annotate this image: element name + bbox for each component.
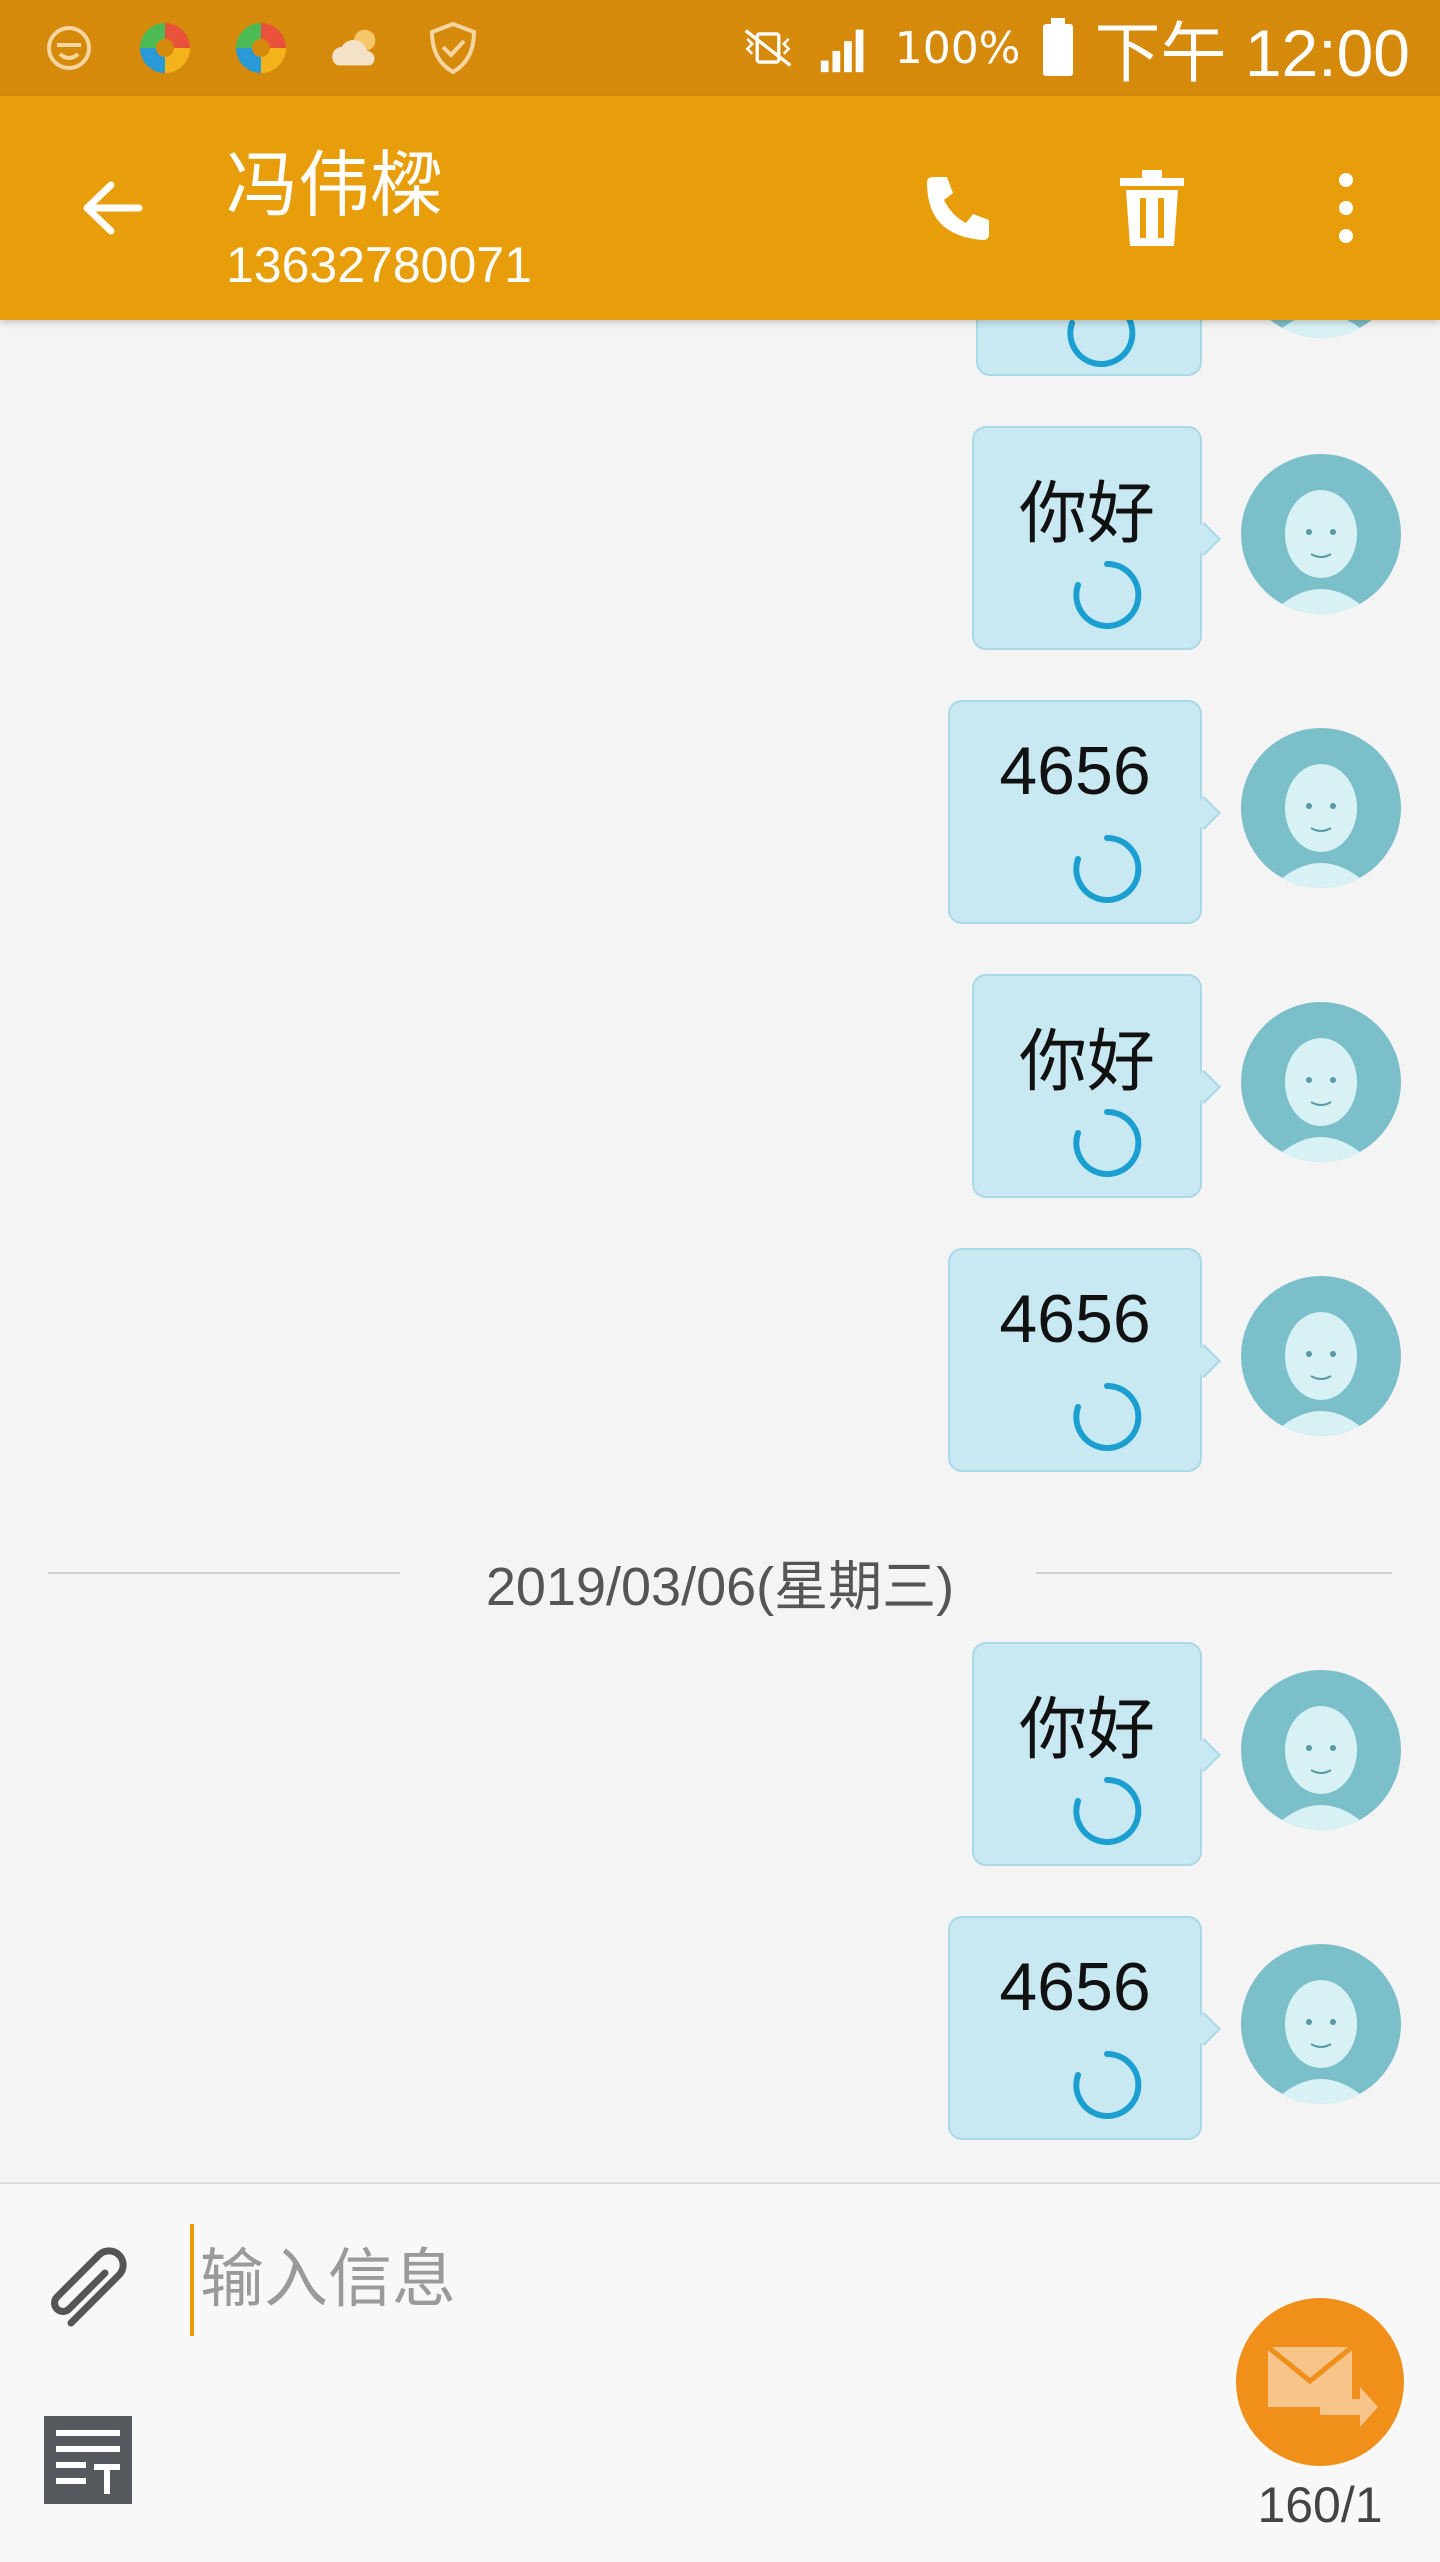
avatar <box>1241 1276 1401 1436</box>
message-bubble[interactable]: 4656 <box>948 1916 1202 2140</box>
sending-spinner-icon <box>1073 560 1142 629</box>
phone-icon <box>927 177 989 240</box>
battery-percent: 100% <box>894 22 1021 74</box>
app-circle-icon <box>232 19 290 77</box>
sending-spinner-icon <box>1073 1382 1142 1451</box>
cloud-weather-icon <box>328 19 386 77</box>
message-text: 4656 <box>999 1949 1151 2025</box>
send-button[interactable] <box>1236 2298 1404 2466</box>
avatar <box>1241 728 1401 888</box>
date-separator: 2019/03/06(星期三) <box>48 1542 1392 1617</box>
message-input[interactable] <box>190 2224 1202 2336</box>
call-button[interactable] <box>908 158 1008 258</box>
message-bubble[interactable]: 4656 <box>948 700 1202 924</box>
message-bubble[interactable]: 你好 <box>972 1642 1202 1866</box>
more-options-button[interactable] <box>1296 158 1396 258</box>
delete-button[interactable] <box>1102 158 1202 258</box>
avatar <box>1241 1944 1401 2104</box>
sending-spinner-icon <box>1073 1108 1142 1177</box>
avatar <box>1241 454 1401 614</box>
avatar <box>1241 1670 1401 1830</box>
text-template-button[interactable] <box>40 2412 136 2508</box>
trash-icon <box>1120 170 1184 246</box>
message-bubble[interactable]: 你好 <box>972 426 1202 650</box>
message-bubble[interactable]: 你好 <box>972 974 1202 1198</box>
send-mail-icon <box>1266 2345 1378 2427</box>
message-text: 4656 <box>999 1281 1151 1357</box>
paperclip-icon <box>51 2247 127 2327</box>
avatar <box>1241 320 1401 338</box>
attach-button[interactable] <box>36 2234 146 2344</box>
char-counter: 160/1 <box>1257 2477 1383 2533</box>
message-text: 你好 <box>1018 476 1155 552</box>
back-button[interactable] <box>62 158 162 258</box>
sending-spinner-icon <box>1073 2050 1142 2119</box>
status-bar: 100% 下午 12:00 <box>0 0 1440 96</box>
contact-name: 冯伟樑 <box>226 143 443 227</box>
contact-number: 13632780071 <box>226 237 532 293</box>
app-circle-icon <box>136 19 194 77</box>
date-label: 2019/03/06(星期三) <box>485 1557 955 1617</box>
message-text: 4656 <box>999 733 1151 809</box>
message-text: 你好 <box>1018 1692 1155 1768</box>
sending-spinner-icon <box>1067 320 1136 367</box>
text-template-icon <box>44 2416 132 2504</box>
more-vert-icon <box>1339 173 1353 243</box>
signal-bars-icon <box>817 19 875 77</box>
message-composer: 160/1 <box>0 2182 1440 2562</box>
status-left-icons <box>40 18 482 78</box>
vibrate-muted-icon <box>739 19 797 77</box>
arrow-left-icon <box>83 181 143 235</box>
sending-spinner-icon <box>1073 1776 1142 1845</box>
message-list[interactable]: 你好 4656 你好 4656 2019/03/06(星期三) 你好 4656 <box>0 320 1440 2182</box>
shield-check-icon <box>424 19 482 77</box>
status-right: 100% 下午 12:00 <box>739 0 1410 96</box>
battery-icon <box>1041 18 1075 78</box>
emoji-face-icon <box>40 19 98 77</box>
conversation-header: 冯伟樑 13632780071 <box>0 96 1440 320</box>
message-bubble[interactable] <box>976 320 1202 376</box>
message-text: 你好 <box>1018 1024 1155 1100</box>
avatar <box>1241 1002 1401 1162</box>
sending-spinner-icon <box>1073 834 1142 903</box>
message-bubble[interactable]: 4656 <box>948 1248 1202 1472</box>
status-time: 下午 12:00 <box>1094 16 1411 90</box>
divider <box>1036 1572 1392 1574</box>
